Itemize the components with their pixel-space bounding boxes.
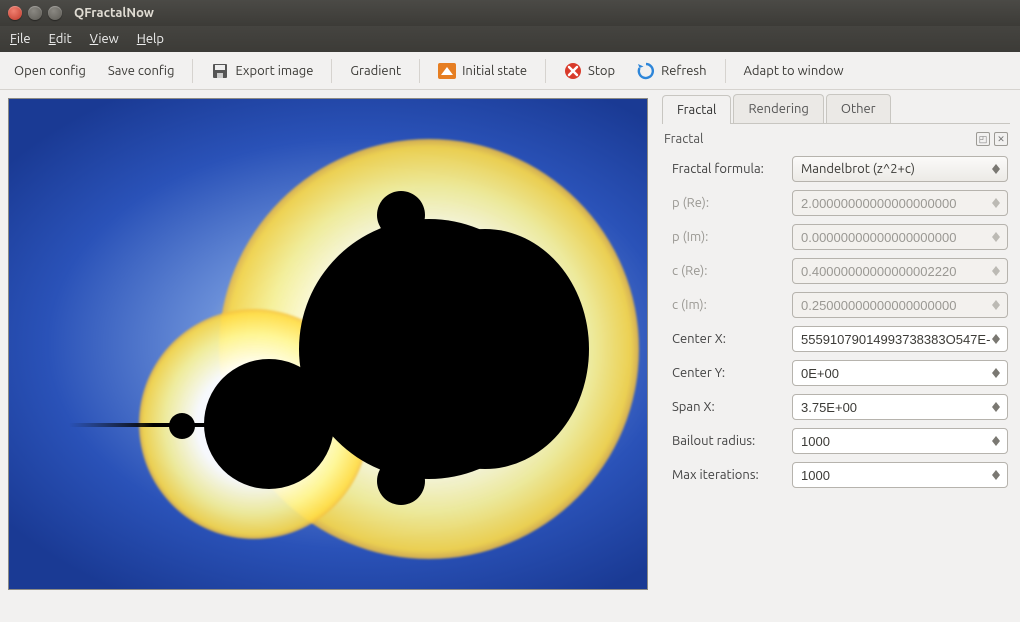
main-area: Fractal Rendering Other Fractal ◰ ✕ Frac… xyxy=(0,90,1020,622)
stop-icon xyxy=(564,62,582,80)
max-iter-input[interactable] xyxy=(801,463,990,487)
c-re-input xyxy=(801,259,990,283)
right-panel: Fractal Rendering Other Fractal ◰ ✕ Frac… xyxy=(656,90,1020,622)
fractal-canvas-wrap xyxy=(0,90,656,622)
p-im-input xyxy=(801,225,990,249)
stop-button[interactable]: Stop xyxy=(554,56,625,86)
menu-file[interactable]: File xyxy=(10,32,31,46)
fractal-form: Fractal formula: Mandelbrot (z^2+c) p (R… xyxy=(662,152,1010,488)
label-p-re: p (Re): xyxy=(672,196,784,210)
updown-icon xyxy=(990,266,1003,276)
label-center-x: Center X: xyxy=(672,332,784,346)
window-title: QFractalNow xyxy=(74,6,154,20)
export-image-label: Export image xyxy=(235,64,313,78)
p-re-spin xyxy=(792,190,1008,216)
updown-icon xyxy=(990,402,1003,412)
menubar: File Edit View Help xyxy=(0,26,1020,52)
formula-combo[interactable]: Mandelbrot (z^2+c) xyxy=(792,156,1008,182)
save-icon xyxy=(211,62,229,80)
window-buttons xyxy=(8,6,62,20)
tab-rendering[interactable]: Rendering xyxy=(733,94,823,123)
updown-icon xyxy=(990,198,1003,208)
toolbar-separator xyxy=(545,59,546,83)
maximize-window-button[interactable] xyxy=(48,6,62,20)
adapt-label: Adapt to window xyxy=(744,64,844,78)
updown-icon xyxy=(990,470,1003,480)
toolbar: Open config Save config Export image Gra… xyxy=(0,52,1020,90)
center-x-input[interactable] xyxy=(801,327,990,351)
stop-label: Stop xyxy=(588,64,615,78)
center-x-spin[interactable] xyxy=(792,326,1008,352)
label-max-iter: Max iterations: xyxy=(672,468,784,482)
save-config-button[interactable]: Save config xyxy=(98,58,185,84)
save-config-label: Save config xyxy=(108,64,175,78)
c-re-spin xyxy=(792,258,1008,284)
panel-title: Fractal xyxy=(664,132,703,146)
menu-view[interactable]: View xyxy=(90,32,119,46)
tab-fractal[interactable]: Fractal xyxy=(662,95,731,124)
label-c-re: c (Re): xyxy=(672,264,784,278)
panel-header-buttons: ◰ ✕ xyxy=(976,132,1008,146)
gradient-label: Gradient xyxy=(350,64,401,78)
close-window-button[interactable] xyxy=(8,6,22,20)
menu-edit[interactable]: Edit xyxy=(49,32,72,46)
formula-value: Mandelbrot (z^2+c) xyxy=(801,162,915,176)
bailout-input[interactable] xyxy=(801,429,990,453)
updown-icon xyxy=(990,334,1003,344)
updown-icon xyxy=(989,164,1003,174)
label-span-x: Span X: xyxy=(672,400,784,414)
refresh-icon xyxy=(637,62,655,80)
open-config-label: Open config xyxy=(14,64,86,78)
span-x-spin[interactable] xyxy=(792,394,1008,420)
initial-state-label: Initial state xyxy=(462,64,527,78)
label-c-im: c (Im): xyxy=(672,298,784,312)
home-icon xyxy=(438,62,456,80)
c-im-spin xyxy=(792,292,1008,318)
updown-icon xyxy=(990,436,1003,446)
initial-state-button[interactable]: Initial state xyxy=(428,56,537,86)
menu-help[interactable]: Help xyxy=(137,32,164,46)
span-x-input[interactable] xyxy=(801,395,990,419)
fractal-canvas[interactable] xyxy=(8,98,648,590)
gradient-button[interactable]: Gradient xyxy=(340,58,411,84)
center-y-input[interactable] xyxy=(801,361,990,385)
p-im-spin xyxy=(792,224,1008,250)
tab-bar: Fractal Rendering Other xyxy=(662,94,1010,124)
toolbar-separator xyxy=(192,59,193,83)
p-re-input xyxy=(801,191,990,215)
max-iter-spin[interactable] xyxy=(792,462,1008,488)
label-formula: Fractal formula: xyxy=(672,162,784,176)
open-config-button[interactable]: Open config xyxy=(4,58,96,84)
refresh-button[interactable]: Refresh xyxy=(627,56,716,86)
label-bailout: Bailout radius: xyxy=(672,434,784,448)
toolbar-separator xyxy=(419,59,420,83)
close-panel-button[interactable]: ✕ xyxy=(994,132,1008,146)
bailout-spin[interactable] xyxy=(792,428,1008,454)
refresh-label: Refresh xyxy=(661,64,706,78)
c-im-input xyxy=(801,293,990,317)
tab-other[interactable]: Other xyxy=(826,94,891,123)
updown-icon xyxy=(990,232,1003,242)
toolbar-separator xyxy=(331,59,332,83)
titlebar: QFractalNow xyxy=(0,0,1020,26)
label-center-y: Center Y: xyxy=(672,366,784,380)
updown-icon xyxy=(990,300,1003,310)
label-p-im: p (Im): xyxy=(672,230,784,244)
adapt-to-window-button[interactable]: Adapt to window xyxy=(734,58,854,84)
detach-panel-button[interactable]: ◰ xyxy=(976,132,990,146)
center-y-spin[interactable] xyxy=(792,360,1008,386)
minimize-window-button[interactable] xyxy=(28,6,42,20)
toolbar-separator xyxy=(725,59,726,83)
updown-icon xyxy=(990,368,1003,378)
panel-header: Fractal ◰ ✕ xyxy=(662,124,1010,152)
export-image-button[interactable]: Export image xyxy=(201,56,323,86)
